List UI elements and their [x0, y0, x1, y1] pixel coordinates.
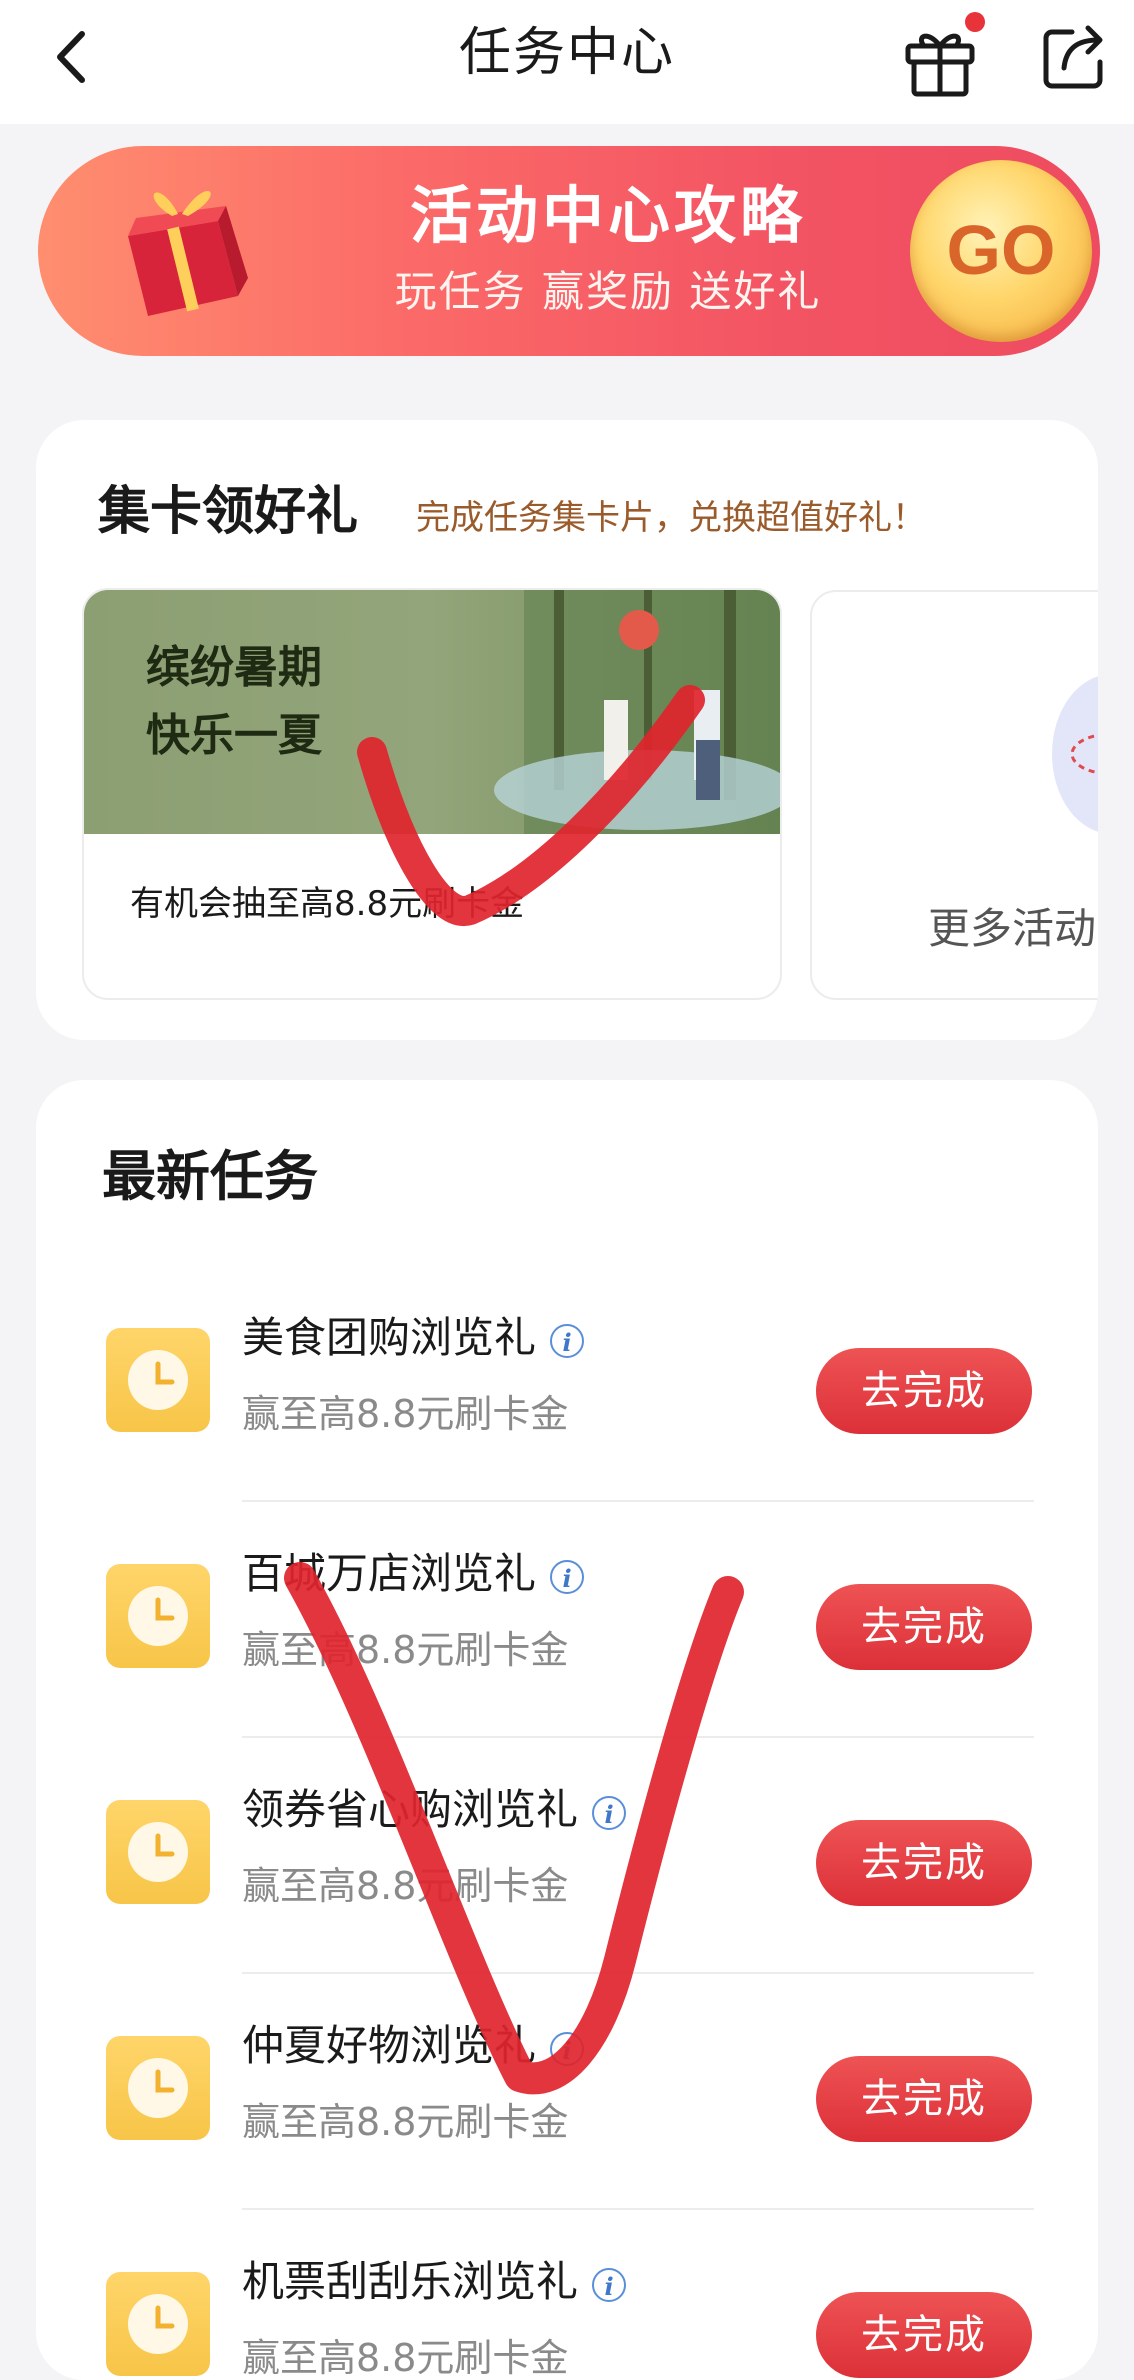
complete-task-button[interactable]: 去完成: [816, 1584, 1032, 1670]
info-icon[interactable]: i: [592, 1795, 627, 1830]
task-row: 仲夏好物浏览礼 i 赢至高8.8元刷卡金 去完成: [36, 1974, 1098, 2210]
share-icon[interactable]: [1034, 18, 1114, 98]
summer-promo-card[interactable]: 缤纷暑期 快乐一夏 有机会抽至高8.8元刷卡金: [82, 588, 782, 1000]
clock-icon: [106, 1564, 210, 1668]
info-icon[interactable]: i: [550, 2031, 585, 2066]
task-reward: 赢至高8.8元刷卡金: [242, 1392, 569, 1436]
latest-tasks-panel: 最新任务 美食团购浏览礼 i 赢至高8.8元刷卡金 去完成 百城万店浏览礼 i: [36, 1080, 1098, 2380]
task-name: 美食团购浏览礼 i: [242, 1310, 585, 1366]
task-row: 百城万店浏览礼 i 赢至高8.8元刷卡金 去完成: [36, 1502, 1098, 1738]
task-row: 机票刮刮乐浏览礼 i 赢至高8.8元刷卡金 去完成: [36, 2210, 1098, 2380]
activity-banner[interactable]: 活动中心攻略 玩任务 赢奖励 送好礼 GO: [38, 146, 1100, 356]
info-icon[interactable]: i: [550, 1323, 585, 1358]
banner-subtitle: 玩任务 赢奖励 送好礼: [394, 267, 822, 316]
more-activities-card[interactable]: 更多活动: [810, 590, 1098, 1000]
task-row: 美食团购浏览礼 i 赢至高8.8元刷卡金 去完成: [36, 1266, 1098, 1502]
task-name-text: 机票刮刮乐浏览礼: [242, 2257, 579, 2306]
card-illustration-icon: [1042, 664, 1098, 864]
complete-task-button[interactable]: 去完成: [816, 2056, 1032, 2142]
promo-line-1: 缤纷暑期: [146, 642, 322, 693]
task-name-text: 领券省心购浏览礼: [242, 1785, 579, 1834]
collect-cards-panel: 集卡领好礼 完成任务集卡片，兑换超值好礼！ 缤纷暑期 快乐一夏 有机会抽至高8.…: [36, 420, 1098, 1040]
task-row: 领券省心购浏览礼 i 赢至高8.8元刷卡金 去完成: [36, 1738, 1098, 1974]
task-name-text: 美食团购浏览礼: [242, 1313, 537, 1362]
tasks-title: 最新任务: [102, 1145, 318, 1208]
more-activities-label: 更多活动: [928, 904, 1097, 953]
go-button[interactable]: GO: [910, 160, 1092, 342]
task-reward: 赢至高8.8元刷卡金: [242, 1864, 569, 1908]
task-name-text: 百城万店浏览礼: [242, 1549, 537, 1598]
clock-icon: [106, 1328, 210, 1432]
task-reward: 赢至高8.8元刷卡金: [242, 1628, 569, 1672]
task-name: 机票刮刮乐浏览礼 i: [242, 2254, 627, 2310]
go-label: GO: [946, 211, 1056, 289]
clock-icon: [106, 1800, 210, 1904]
task-reward: 赢至高8.8元刷卡金: [242, 2336, 569, 2380]
complete-task-button[interactable]: 去完成: [816, 1348, 1032, 1434]
complete-task-button[interactable]: 去完成: [816, 1820, 1032, 1906]
task-name: 领券省心购浏览礼 i: [242, 1782, 627, 1838]
info-icon[interactable]: i: [550, 1559, 585, 1594]
collect-title: 集卡领好礼: [98, 482, 359, 542]
task-reward: 赢至高8.8元刷卡金: [242, 2100, 569, 2144]
info-icon[interactable]: i: [592, 2267, 627, 2302]
promo-image: 缤纷暑期 快乐一夏: [84, 590, 780, 834]
task-name: 百城万店浏览礼 i: [242, 1546, 585, 1602]
task-name-text: 仲夏好物浏览礼: [242, 2021, 537, 2070]
promo-line-2: 快乐一夏: [146, 710, 322, 761]
nav-bar: 任务中心: [0, 0, 1134, 124]
task-name: 仲夏好物浏览礼 i: [242, 2018, 585, 2074]
promo-description: 有机会抽至高8.8元刷卡金: [130, 884, 525, 924]
gift-box-icon: [98, 166, 268, 336]
notification-badge: [965, 12, 985, 32]
banner-title: 活动中心攻略: [409, 179, 806, 252]
clock-icon: [106, 2272, 210, 2376]
clock-icon: [106, 2036, 210, 2140]
collect-subtitle: 完成任务集卡片，兑换超值好礼！: [416, 498, 926, 538]
complete-task-button[interactable]: 去完成: [816, 2292, 1032, 2378]
